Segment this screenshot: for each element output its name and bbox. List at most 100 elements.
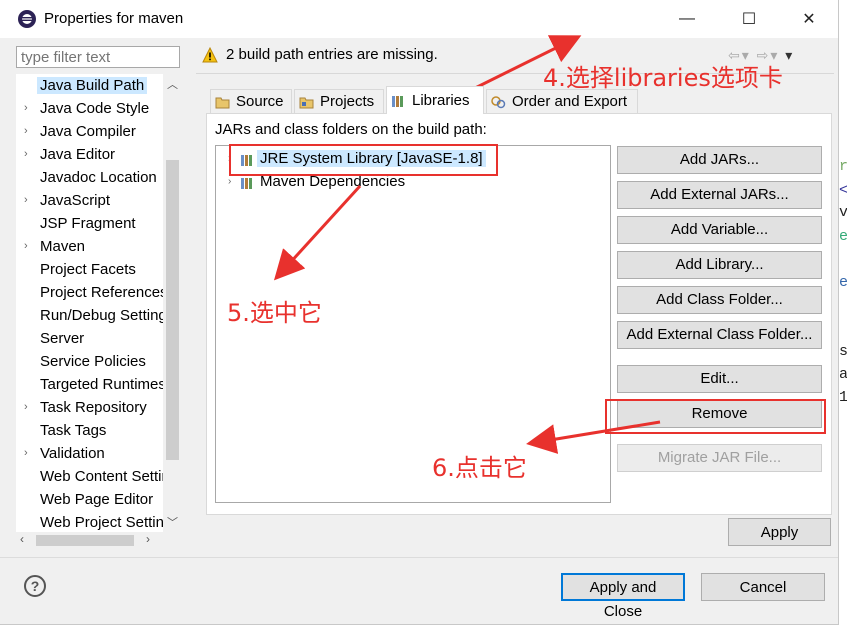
apply-and-close-button[interactable]: Apply and Close xyxy=(561,573,685,620)
sidebar-item-label: Project Facets xyxy=(40,261,136,278)
annotation-highlight-jre xyxy=(229,144,498,176)
sidebar-item-label: Targeted Runtimes xyxy=(40,376,166,393)
sidebar-item-label: Maven xyxy=(40,238,86,255)
background-code-fragment: s xyxy=(839,343,847,360)
sidebar-item[interactable]: Web Project Settings xyxy=(16,513,166,532)
scroll-right-icon[interactable]: › xyxy=(146,532,150,546)
sidebar-item[interactable]: JSP Fragment xyxy=(16,214,166,237)
add-external-jars-button[interactable]: Add External JARs... xyxy=(617,181,822,209)
background-code-fragment: e xyxy=(839,228,847,245)
scroll-left-icon[interactable]: ‹ xyxy=(20,532,24,546)
maximize-button[interactable]: ☐ xyxy=(726,4,772,34)
background-code-fragment: v xyxy=(839,204,847,221)
sidebar-item[interactable]: Server xyxy=(16,329,166,352)
filter-input[interactable] xyxy=(16,46,180,68)
sidebar-item[interactable]: Java Build Path xyxy=(16,76,166,99)
scroll-up-icon[interactable]: ︿ xyxy=(167,76,178,92)
sidebar-item[interactable]: › Maven xyxy=(16,237,166,260)
annotation-step4: 4.选择libraries选项卡 xyxy=(543,64,783,92)
missing-entries-warning: 2 build path entries are missing. xyxy=(226,46,438,63)
sidebar-item[interactable]: Web Content Settings xyxy=(16,467,166,490)
title-bar: Properties for maven — ☐ ✕ xyxy=(0,0,838,38)
add-class-folder-button[interactable]: Add Class Folder... xyxy=(617,286,822,314)
tab-projects[interactable]: Projects xyxy=(294,89,384,113)
sidebar-item-label: Java Build Path xyxy=(37,77,148,94)
scroll-down-icon[interactable]: ﹀ xyxy=(167,514,178,530)
minimize-button[interactable]: — xyxy=(664,4,710,34)
build-path-label: JARs and class folders on the build path… xyxy=(215,121,487,138)
source-folder-icon xyxy=(215,97,230,108)
expand-icon[interactable]: › xyxy=(24,447,28,459)
expand-icon[interactable]: › xyxy=(24,148,28,160)
property-page-tree: Java Build Path › Java Code Style › Java Com… xyxy=(16,74,182,532)
library-icon xyxy=(241,178,252,189)
add-library-button[interactable]: Add Library... xyxy=(617,251,822,279)
sidebar-item[interactable]: Task Tags xyxy=(16,421,166,444)
add-jars-button[interactable]: Add JARs... xyxy=(617,146,822,174)
expand-icon[interactable]: › xyxy=(24,401,28,413)
scroll-thumb[interactable] xyxy=(166,160,179,460)
background-code-fragment: 1 xyxy=(839,389,847,406)
sidebar-item[interactable]: Service Policies xyxy=(16,352,166,375)
background-code-fragment: r xyxy=(839,158,847,175)
eclipse-app-icon xyxy=(18,10,36,28)
cancel-button[interactable]: Cancel xyxy=(701,573,825,601)
tab-label: Order and Export xyxy=(512,93,628,110)
properties-dialog: Properties for maven — ☐ ✕ Java Build Pa… xyxy=(0,0,839,625)
warning-icon xyxy=(202,47,218,63)
sidebar-item[interactable]: Project References xyxy=(16,283,166,306)
sidebar-item[interactable]: Javadoc Location xyxy=(16,168,166,191)
tab-source[interactable]: Source xyxy=(210,89,292,113)
sidebar-item[interactable]: Targeted Runtimes xyxy=(16,375,166,398)
sidebar-item[interactable]: › Java Compiler xyxy=(16,122,166,145)
annotation-highlight-remove xyxy=(605,399,826,434)
sidebar-item[interactable]: Project Facets xyxy=(16,260,166,283)
tab-libraries[interactable]: Libraries xyxy=(386,86,484,114)
sidebar-item-label: Java Compiler xyxy=(40,123,136,140)
tab-label: Source xyxy=(236,93,284,110)
sidebar-item-label: Web Content Settings xyxy=(40,468,166,485)
background-code-fragment: < xyxy=(839,182,847,199)
sidebar-item[interactable]: Web Page Editor xyxy=(16,490,166,513)
add-external-class-folder-button[interactable]: Add External Class Folder... xyxy=(617,321,822,349)
sidebar-item[interactable]: › JavaScript xyxy=(16,191,166,214)
sidebar-item-label: Web Page Editor xyxy=(40,491,154,508)
migrate-jar-button[interactable]: Migrate JAR File... xyxy=(617,444,822,472)
background-code-fragment: e xyxy=(839,274,847,291)
sidebar-item-label: Server xyxy=(40,330,85,347)
annotation-step5: 5.选中它 xyxy=(227,299,322,327)
sidebar-item[interactable]: › Java Code Style xyxy=(16,99,166,122)
apply-button[interactable]: Apply xyxy=(728,518,831,546)
sidebar-item[interactable]: Run/Debug Settings xyxy=(16,306,166,329)
sidebar-item-label: JavaScript xyxy=(40,192,111,209)
sidebar-item-label: Task Tags xyxy=(40,422,107,439)
libraries-icon xyxy=(392,95,403,107)
sidebar-item-label: Web Project Settings xyxy=(40,514,166,531)
edit-button[interactable]: Edit... xyxy=(617,365,822,393)
annotation-step6: 6.点击它 xyxy=(432,454,527,482)
divider xyxy=(0,557,838,558)
background-code-fragment: a xyxy=(839,366,847,383)
tree-vertical-scrollbar[interactable]: ︿ ﹀ xyxy=(163,74,182,532)
scroll-thumb[interactable] xyxy=(36,535,134,546)
help-icon[interactable]: ? xyxy=(24,575,46,597)
sidebar-item-label: Java Code Style xyxy=(40,100,150,117)
order-export-icon xyxy=(491,95,506,108)
tab-label: Projects xyxy=(320,93,375,110)
expand-icon[interactable]: › xyxy=(228,176,231,187)
expand-icon[interactable]: › xyxy=(24,240,28,252)
sidebar-item-label: Task Repository xyxy=(40,399,147,416)
sidebar-item-label: Javadoc Location xyxy=(40,169,157,186)
add-variable-button[interactable]: Add Variable... xyxy=(617,216,822,244)
expand-icon[interactable]: › xyxy=(24,125,28,137)
tree-horizontal-scrollbar[interactable]: ‹ › xyxy=(16,532,182,549)
expand-icon[interactable]: › xyxy=(24,194,28,206)
sidebar-item-label: Project References xyxy=(40,284,166,301)
sidebar-item[interactable]: › Java Editor xyxy=(16,145,166,168)
sidebar-item[interactable]: › Task Repository xyxy=(16,398,166,421)
sidebar-item-label: Java Editor xyxy=(40,146,116,163)
sidebar-item-label: Run/Debug Settings xyxy=(40,307,166,324)
close-button[interactable]: ✕ xyxy=(786,4,832,34)
sidebar-item[interactable]: › Validation xyxy=(16,444,166,467)
expand-icon[interactable]: › xyxy=(24,102,28,114)
